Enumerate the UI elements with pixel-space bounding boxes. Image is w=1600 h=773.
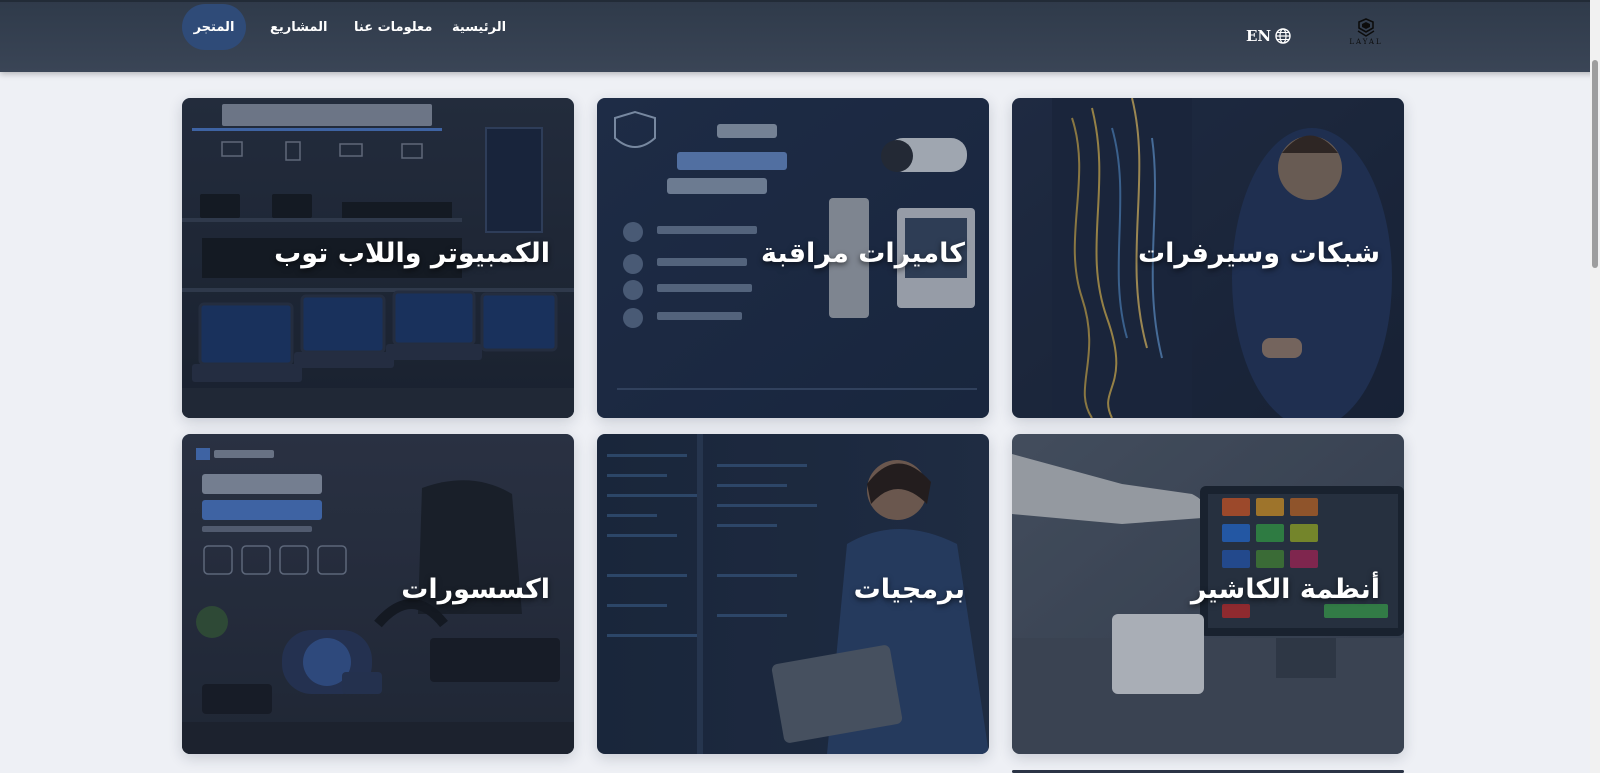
nav-home[interactable]: الرئيسية <box>452 4 506 50</box>
card-title: برمجيات <box>853 574 965 605</box>
header-top-line <box>0 0 1600 2</box>
nav-about[interactable]: معلومات عنا <box>354 4 432 50</box>
site-logo[interactable]: LAYAL <box>1344 18 1388 50</box>
category-card-computers-laptops[interactable]: الكمبيوتر واللاب توب <box>182 98 574 418</box>
category-card-software[interactable]: برمجيات <box>597 434 989 754</box>
category-card-cashier-systems[interactable]: أنظمة الكاشير <box>1012 434 1404 754</box>
nav-store-active[interactable]: المتجر <box>182 4 246 50</box>
globe-icon <box>1275 28 1291 44</box>
page-scrollbar[interactable] <box>1590 0 1600 773</box>
card-title: شبكات وسيرفرات <box>1138 238 1380 269</box>
card-title: الكمبيوتر واللاب توب <box>274 238 550 269</box>
layal-logo-icon <box>1357 18 1375 37</box>
category-card-accessories[interactable]: اكسسورات <box>182 434 574 754</box>
card-title: أنظمة الكاشير <box>1190 574 1380 605</box>
scrollbar-thumb[interactable] <box>1592 60 1598 268</box>
category-card-networks-servers[interactable]: شبكات وسيرفرات <box>1012 98 1404 418</box>
language-switch[interactable]: EN <box>1246 24 1291 48</box>
language-label: EN <box>1246 27 1272 45</box>
top-navbar: LAYAL EN الرئيسية معلومات عنا المشاريع ا… <box>0 0 1600 72</box>
category-card-surveillance-cameras[interactable]: كاميرات مراقبة <box>597 98 989 418</box>
card-title: كاميرات مراقبة <box>760 238 965 269</box>
logo-text: LAYAL <box>1349 38 1383 46</box>
card-title: اكسسورات <box>401 574 550 605</box>
nav-projects[interactable]: المشاريع <box>270 4 327 50</box>
